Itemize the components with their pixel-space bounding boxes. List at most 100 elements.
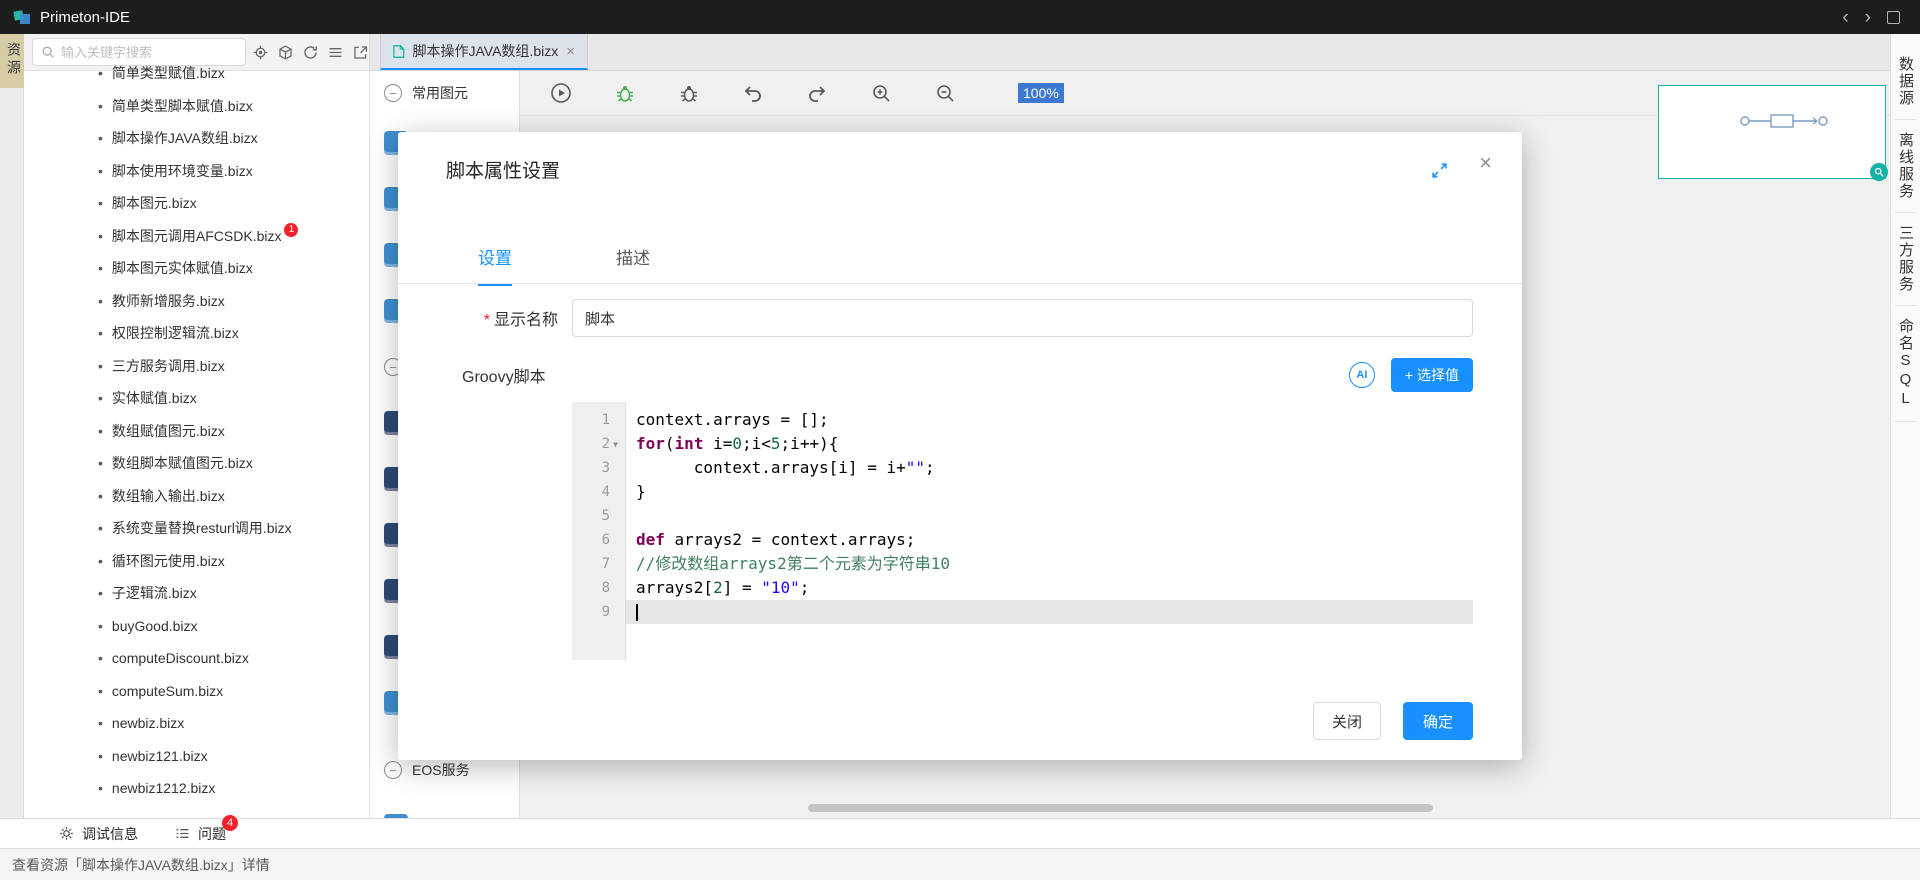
file-name: 脚本图元调用AFCSDK.bizx bbox=[111, 227, 282, 244]
file-name: 脚本操作JAVA数组.bizx bbox=[111, 130, 258, 147]
code-line[interactable]: for(int i=0;i<5;i++){ bbox=[626, 432, 1473, 456]
palette-group-label: 常用图元 bbox=[412, 85, 468, 101]
file-item[interactable]: • 简单类型赋值.bizx bbox=[24, 57, 369, 90]
collapse-icon[interactable]: − bbox=[384, 761, 402, 779]
code-line[interactable]: context.arrays = []; bbox=[626, 408, 1473, 432]
nav-forward-button[interactable]: › bbox=[1865, 8, 1871, 27]
app-logo-icon bbox=[12, 7, 32, 27]
problems-tab[interactable]: 问题 4 bbox=[174, 814, 238, 844]
file-name: newbiz1212.bizx bbox=[111, 780, 216, 797]
right-rail-item[interactable]: 数据源 bbox=[1895, 44, 1916, 120]
zoom-in-icon[interactable] bbox=[870, 82, 892, 104]
right-rail-item[interactable]: 三方服务 bbox=[1895, 213, 1916, 306]
file-item[interactable]: • newbiz121.bizx bbox=[24, 740, 369, 773]
file-name: 数组脚本赋值图元.bizx bbox=[111, 455, 253, 472]
close-icon[interactable]: × bbox=[1479, 152, 1492, 174]
select-value-button[interactable]: + 选择值 bbox=[1390, 358, 1473, 392]
palette-item[interactable] bbox=[370, 798, 519, 818]
collapse-icon[interactable]: − bbox=[384, 84, 402, 102]
tab-close-icon[interactable]: × bbox=[566, 43, 575, 60]
code-line[interactable]: arrays2[2] = "10"; bbox=[626, 576, 1473, 600]
file-name: 脚本使用环境变量.bizx bbox=[111, 162, 253, 179]
file-item[interactable]: • 系统变量替换resturl调用.bizx bbox=[24, 512, 369, 545]
file-item[interactable]: • newbiz1212.bizx bbox=[24, 772, 369, 805]
code-line[interactable]: //修改数组arrays2第二个元素为字符串10 bbox=[626, 552, 1473, 576]
display-name-input[interactable] bbox=[572, 299, 1473, 337]
fullscreen-icon[interactable] bbox=[1431, 162, 1448, 179]
right-rail-item[interactable]: 命名SQL bbox=[1895, 306, 1916, 422]
file-name: 子逻辑流.bizx bbox=[111, 585, 197, 602]
file-item[interactable]: • 数组脚本赋值图元.bizx bbox=[24, 447, 369, 480]
minimap[interactable] bbox=[1658, 85, 1888, 181]
file-name: 系统变量替换resturl调用.bizx bbox=[111, 520, 292, 537]
bullet-icon: • bbox=[98, 487, 103, 504]
file-name: 教师新增服务.bizx bbox=[111, 292, 225, 309]
file-item[interactable]: • 教师新增服务.bizx bbox=[24, 285, 369, 318]
debug-gear-icon bbox=[58, 825, 75, 842]
redo-icon[interactable] bbox=[806, 82, 828, 104]
editor-tab-active[interactable]: 脚本操作JAVA数组.bizx × bbox=[380, 34, 588, 70]
groovy-code-editor[interactable]: 1 2 ▼ 3 4 5 6 7 8 9 context.arrays = []; for(int i… bbox=[572, 402, 1473, 660]
sidebar-tab-resources[interactable]: 资源 bbox=[0, 34, 24, 88]
file-item[interactable]: • 脚本图元实体赋值.bizx bbox=[24, 252, 369, 285]
file-item[interactable]: • 三方服务调用.bizx bbox=[24, 350, 369, 383]
bullet-icon: • bbox=[98, 715, 103, 732]
file-name: 数组输入输出.bizx bbox=[111, 487, 225, 504]
gutter-line: 2 ▼ bbox=[572, 432, 625, 456]
palette-group-common[interactable]: − 常用图元 bbox=[370, 71, 519, 115]
bullet-icon: • bbox=[98, 65, 103, 82]
bullet-icon: • bbox=[98, 260, 103, 277]
minimap-diagram bbox=[1740, 114, 1828, 128]
line-number: 4 bbox=[601, 484, 610, 500]
file-item[interactable]: • 循环图元使用.bizx bbox=[24, 545, 369, 578]
file-name: 实体赋值.bizx bbox=[111, 390, 197, 407]
undo-icon[interactable] bbox=[742, 82, 764, 104]
minimap-zoom-button[interactable] bbox=[1870, 163, 1888, 181]
right-rail-item[interactable]: 离线服务 bbox=[1895, 120, 1916, 213]
code-line[interactable] bbox=[626, 600, 1473, 624]
display-name-row: * 显示名称 bbox=[398, 299, 1473, 337]
file-item[interactable]: • 数组输入输出.bizx bbox=[24, 480, 369, 513]
nav-back-button[interactable]: ‹ bbox=[1842, 8, 1848, 27]
bullet-icon: • bbox=[98, 390, 103, 407]
file-item[interactable]: • 简单类型脚本赋值.bizx bbox=[24, 90, 369, 123]
file-item[interactable]: • 脚本图元调用AFCSDK.bizx 1 bbox=[24, 220, 369, 253]
tab-description[interactable]: 描述 bbox=[616, 244, 650, 286]
run-icon[interactable] bbox=[550, 82, 572, 104]
tab-settings[interactable]: 设置 bbox=[478, 244, 512, 286]
zoom-level[interactable]: 100% bbox=[1018, 83, 1064, 103]
file-item[interactable]: • buyGood.bizx bbox=[24, 610, 369, 643]
debug-icon[interactable] bbox=[614, 82, 636, 104]
bottom-panel-bar: 调试信息 问题 4 bbox=[0, 814, 1920, 848]
code-line[interactable] bbox=[626, 504, 1473, 528]
horizontal-scrollbar[interactable] bbox=[808, 804, 1433, 812]
debug-info-tab[interactable]: 调试信息 bbox=[58, 824, 138, 844]
file-item[interactable]: • computeDiscount.bizx bbox=[24, 642, 369, 675]
file-item[interactable]: • 数组赋值图元.bizx bbox=[24, 415, 369, 448]
dialog-title: 脚本属性设置 bbox=[446, 161, 561, 182]
file-item[interactable]: • 脚本图元.bizx bbox=[24, 187, 369, 220]
editor-tab-label: 脚本操作JAVA数组.bizx bbox=[412, 43, 559, 59]
code-lines: context.arrays = []; for(int i=0;i<5;i++)… bbox=[626, 402, 1473, 660]
zoom-out-icon[interactable] bbox=[934, 82, 956, 104]
file-item[interactable]: • 实体赋值.bizx bbox=[24, 382, 369, 415]
code-line[interactable]: context.arrays[i] = i+""; bbox=[626, 456, 1473, 480]
ok-button[interactable]: 确定 bbox=[1403, 702, 1473, 740]
file-item[interactable]: • 脚本使用环境变量.bizx bbox=[24, 155, 369, 188]
fold-icon[interactable]: ▼ bbox=[610, 440, 621, 449]
file-list: • 简单类型赋值.bizx • 简单类型脚本赋值.bizx • 脚本操作JAVA数组.bi… bbox=[24, 57, 369, 818]
resource-explorer: • 简单类型赋值.bizx • 简单类型脚本赋值.bizx • 脚本操作JAVA数组.bi… bbox=[24, 34, 370, 818]
file-item[interactable]: • 子逻辑流.bizx bbox=[24, 577, 369, 610]
file-item[interactable]: • 脚本操作JAVA数组.bizx bbox=[24, 122, 369, 155]
code-line[interactable]: } bbox=[626, 480, 1473, 504]
window-restore-icon[interactable] bbox=[1887, 10, 1900, 24]
bullet-icon: • bbox=[98, 520, 103, 537]
line-number: 3 bbox=[601, 460, 610, 476]
file-item[interactable]: • 权限控制逻辑流.bizx bbox=[24, 317, 369, 350]
bug-icon[interactable] bbox=[678, 82, 700, 104]
file-item[interactable]: • computeSum.bizx bbox=[24, 675, 369, 708]
code-line[interactable]: def arrays2 = context.arrays; bbox=[626, 528, 1473, 552]
file-item[interactable]: • newbiz.bizx bbox=[24, 707, 369, 740]
ai-assistant-icon[interactable]: AI bbox=[1348, 362, 1375, 388]
close-button[interactable]: 关闭 bbox=[1313, 702, 1381, 740]
